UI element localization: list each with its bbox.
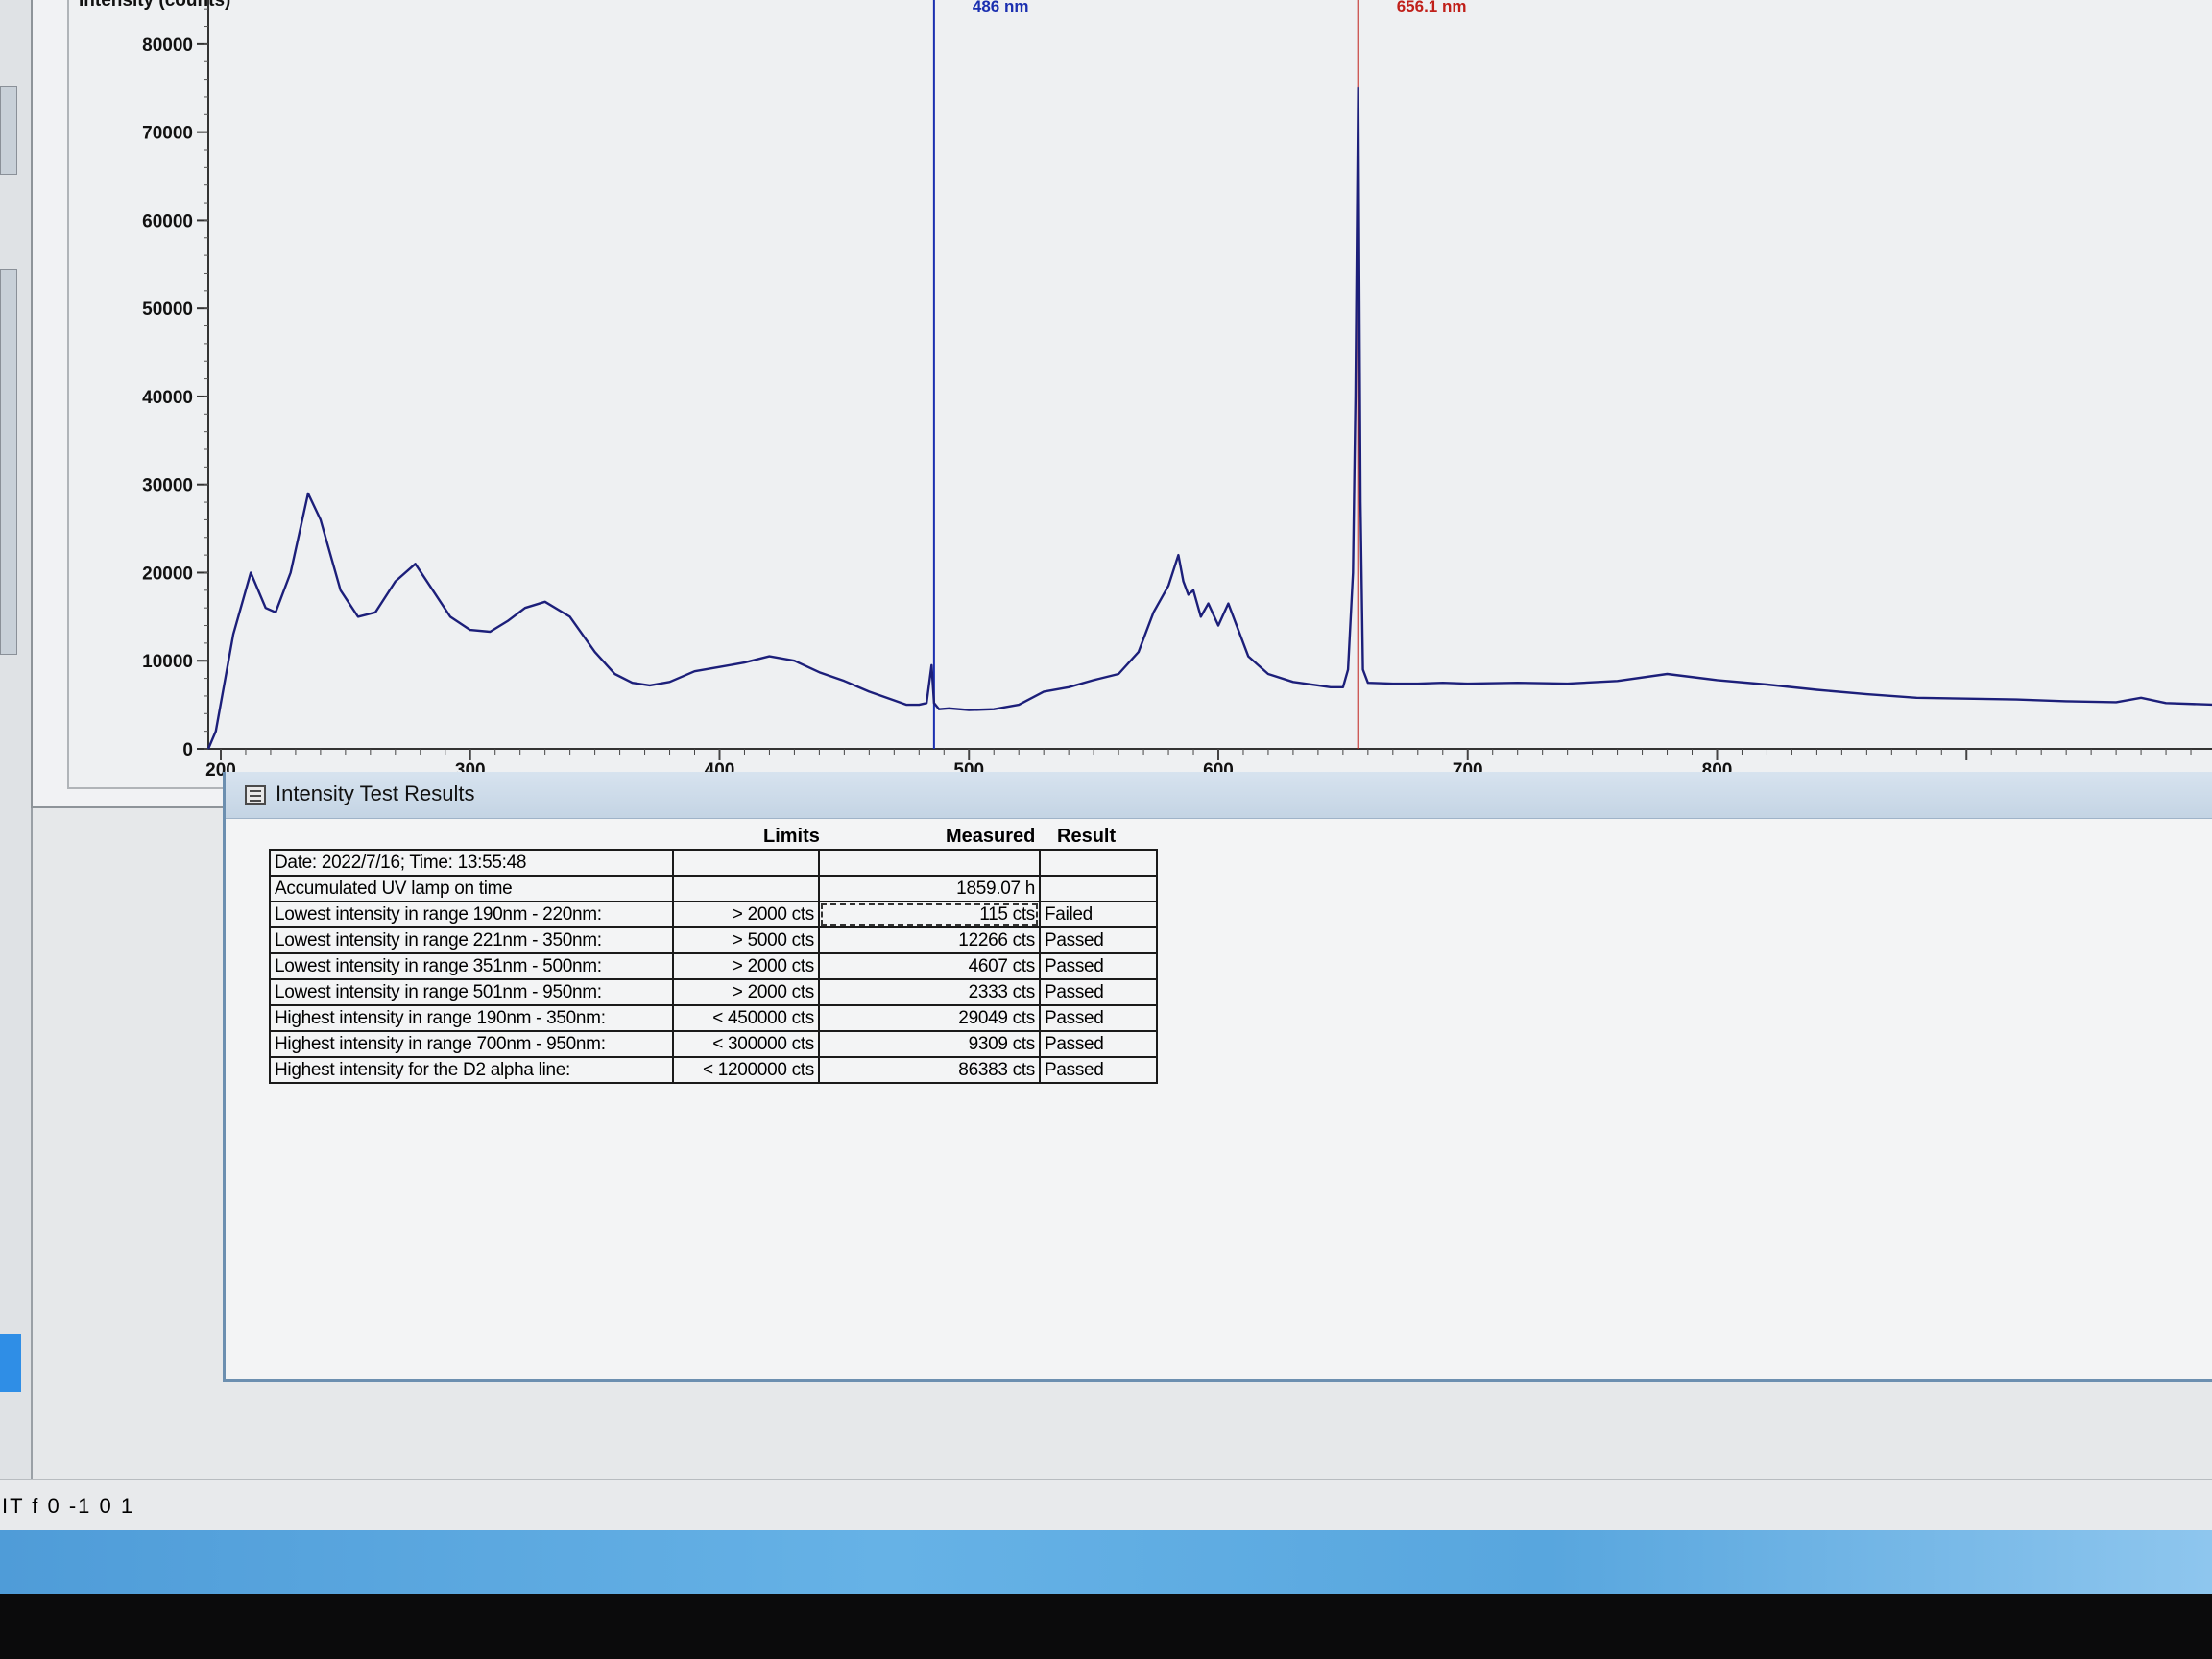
row-label: Lowest intensity in range 501nm - 950nm: [269,978,674,1006]
row-result: Passed [1039,978,1158,1006]
results-row[interactable]: Lowest intensity in range 351nm - 500nm:… [269,952,1158,980]
highlight-strip [0,1334,21,1392]
wavelength-marker-label: 486 nm [973,0,1029,15]
row-label: Highest intensity in range 700nm - 950nm… [269,1030,674,1058]
monitor-bezel [0,1594,2212,1659]
header-limits: Limits [763,826,820,847]
table-icon [245,785,266,805]
y-tick-label: 80000 [142,36,193,56]
wavelength-marker-label: 656.1 nm [1397,0,1467,15]
row-measured: 1859.07 h [818,875,1041,902]
y-tick-label: 60000 [142,211,193,231]
results-row[interactable]: Date: 2022/7/16; Time: 13:55:48 [269,849,1158,877]
row-measured: 115 cts [818,901,1041,928]
results-row[interactable]: Accumulated UV lamp on time 1859.07 h [269,875,1158,902]
row-label: Date: 2022/7/16; Time: 13:55:48 [269,849,674,877]
y-tick-label: 70000 [142,124,193,144]
row-limit: < 450000 cts [672,1004,820,1032]
spectrum-series-line [206,86,2212,750]
status-bar: IT f 0 -1 0 1 [0,1479,2212,1532]
row-label: Lowest intensity in range 351nm - 500nm: [269,952,674,980]
row-label: Highest intensity for the D2 alpha line: [269,1056,674,1084]
spectrum-chart[interactable]: Intensity (counts)0100002000030000400005… [69,0,2212,787]
markers-layer: 486 nm 656.1 nm [932,0,1467,749]
results-titlebar[interactable]: Intensity Test Results [226,772,2212,819]
row-label: Highest intensity in range 190nm - 350nm… [269,1004,674,1032]
row-result: Passed [1039,926,1158,954]
results-window-title: Intensity Test Results [276,781,475,805]
y-tick-label: 30000 [142,476,193,496]
row-result [1039,849,1158,877]
header-measured: Measured [946,826,1036,847]
row-label: Lowest intensity in range 221nm - 350nm: [269,926,674,954]
results-row[interactable]: Highest intensity in range 700nm - 950nm… [269,1030,1158,1058]
row-result: Failed [1039,901,1158,928]
y-tick-label: 0 [182,740,193,760]
header-result: Result [1057,826,1117,847]
spectrum-chart-panel: Intensity (counts) 0 10000 20000 30000 40000 5… [31,0,2212,808]
window-edge-tab [0,269,17,655]
results-table: Date: 2022/7/16; Time: 13:55:48 Accumulat… [269,849,1158,1084]
y-tick-label: 50000 [142,300,193,320]
results-row[interactable]: Lowest intensity in range 501nm - 950nm:… [269,978,1158,1006]
row-measured: 9309 cts [818,1030,1041,1058]
row-limit: > 2000 cts [672,901,820,928]
row-result: Passed [1039,1004,1158,1032]
row-limit: > 2000 cts [672,952,820,980]
row-measured: 86383 cts [818,1056,1041,1084]
row-measured: 4607 cts [818,952,1041,980]
results-row[interactable]: Highest intensity in range 190nm - 350nm… [269,1004,1158,1032]
row-label: Lowest intensity in range 190nm - 220nm: [269,901,674,928]
row-limit [672,875,820,902]
row-measured: 12266 cts [818,926,1041,954]
row-measured [818,849,1041,877]
series-layer [206,86,2212,750]
results-row[interactable]: Lowest intensity in range 221nm - 350nm:… [269,926,1158,954]
row-limit: < 300000 cts [672,1030,820,1058]
window-edge-tab [0,86,17,175]
row-result [1039,875,1158,902]
taskbar[interactable] [0,1530,2212,1594]
axes-layer: Intensity (counts)0100002000030000400005… [79,0,2212,781]
row-limit [672,849,820,877]
results-row[interactable]: Lowest intensity in range 190nm - 220nm:… [269,901,1158,928]
y-tick-label: 20000 [142,564,193,584]
row-limit: < 1200000 cts [672,1056,820,1084]
row-limit: > 2000 cts [672,978,820,1006]
parent-window-edge [0,0,33,1479]
status-text: IT f 0 -1 0 1 [2,1494,135,1518]
row-result: Passed [1039,1030,1158,1058]
y-tick-label: 10000 [142,652,193,672]
spectrum-plot-area: Intensity (counts) 0 10000 20000 30000 40000 5… [67,0,2212,789]
row-limit: > 5000 cts [672,926,820,954]
results-row[interactable]: Highest intensity for the D2 alpha line:… [269,1056,1158,1084]
row-measured: 2333 cts [818,978,1041,1006]
row-measured: 29049 cts [818,1004,1041,1032]
row-label: Accumulated UV lamp on time [269,875,674,902]
row-result: Passed [1039,1056,1158,1084]
y-tick-label: 40000 [142,388,193,408]
row-result: Passed [1039,952,1158,980]
